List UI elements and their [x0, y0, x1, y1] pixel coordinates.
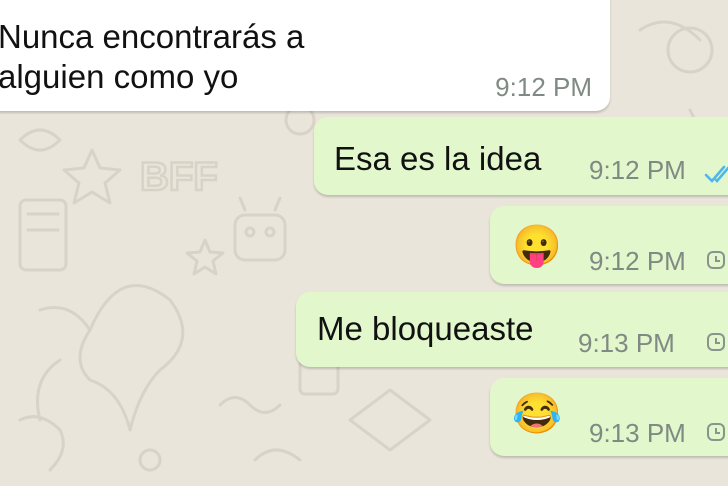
- outgoing-message-bubble[interactable]: Me bloqueaste 9:13 PM: [296, 292, 728, 367]
- message-text: Esa es la idea: [334, 140, 542, 177]
- outgoing-message-bubble[interactable]: 😂 9:13 PM: [490, 378, 728, 456]
- clock-icon: [707, 251, 725, 269]
- message-text-line-2: alguien como yo: [0, 58, 239, 95]
- message-timestamp: 9:13 PM: [578, 328, 675, 358]
- message-timestamp: 9:12 PM: [589, 155, 686, 185]
- svg-text:BFF: BFF: [140, 155, 218, 199]
- clock-icon: [707, 423, 725, 441]
- tongue-out-emoji: 😛: [512, 224, 562, 268]
- clock-icon: [707, 333, 725, 351]
- outgoing-message-bubble[interactable]: Esa es la idea 9:12 PM: [314, 117, 728, 195]
- message-text: Me bloqueaste: [317, 310, 534, 347]
- message-timestamp: 9:12 PM: [495, 72, 592, 102]
- incoming-message-bubble[interactable]: Nunca encontrarás a alguien como yo 9:12…: [0, 0, 610, 111]
- message-timestamp: 9:13 PM: [589, 418, 686, 448]
- message-timestamp: 9:12 PM: [589, 246, 686, 276]
- tears-of-joy-emoji: 😂: [512, 392, 562, 436]
- message-text-line-1: Nunca encontrarás a: [0, 18, 305, 55]
- double-check-icon: [704, 165, 728, 183]
- outgoing-message-bubble[interactable]: 😛 9:12 PM: [490, 206, 728, 284]
